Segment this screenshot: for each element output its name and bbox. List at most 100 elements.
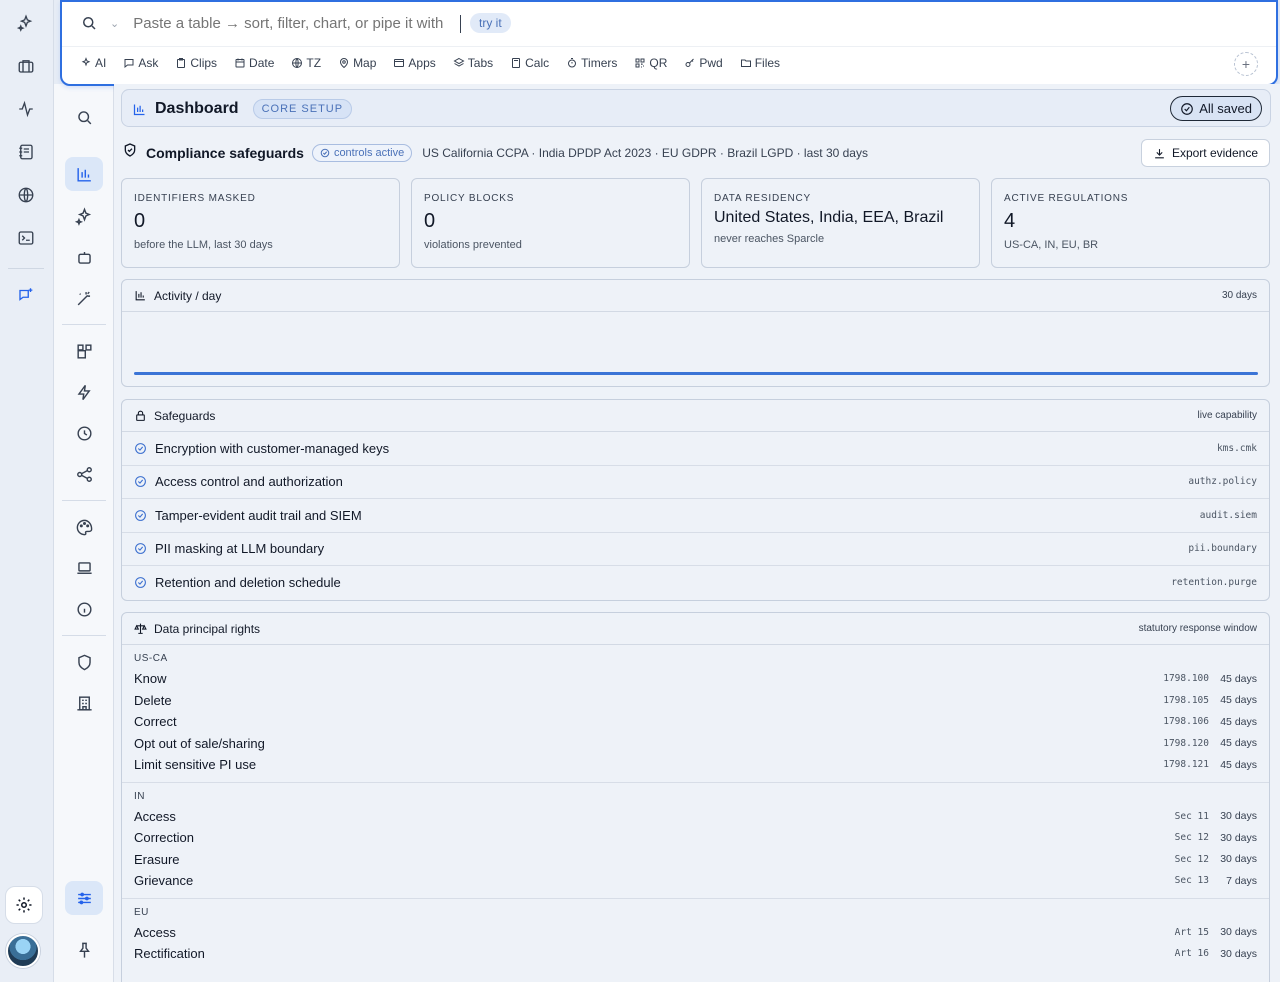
tool-label: Map	[353, 56, 377, 70]
stat-card-policy-blocks: POLICY BLOCKS 0 violations prevented	[411, 178, 690, 268]
core-setup-badge[interactable]: CORE SETUP	[252, 99, 353, 119]
card-value: 4	[1004, 210, 1016, 232]
tool-apps[interactable]: Apps	[393, 56, 436, 70]
lightning-icon[interactable]	[65, 375, 103, 409]
share-icon[interactable]	[65, 457, 103, 491]
tool-timers[interactable]: Timers	[566, 56, 617, 70]
card-value: 0	[134, 210, 146, 232]
right-label: Know	[134, 671, 167, 687]
command-input[interactable]	[133, 14, 464, 32]
card-label: IDENTIFIERS MASKED	[134, 193, 256, 204]
try-it-pill[interactable]: try it	[470, 13, 511, 33]
rights-panel: Data principal rights statutory response…	[121, 612, 1270, 982]
tool-label: Date	[249, 56, 275, 70]
right-days: 30 days	[1220, 926, 1257, 939]
tool-ask[interactable]: Ask	[123, 56, 158, 70]
tool-map[interactable]: Map	[338, 56, 376, 70]
magic-wand-icon[interactable]	[65, 281, 103, 315]
sparkles-icon[interactable]	[65, 199, 103, 233]
right-row: Access Sec 11 30 days	[134, 806, 1257, 828]
tool-date[interactable]: Date	[234, 56, 274, 70]
rights-header: Data principal rights statutory response…	[122, 613, 1269, 645]
rights-group-eu: EU Access Art 15 30 days Rectification Art …	[122, 899, 1269, 971]
safeguard-label: Retention and deletion schedule	[155, 575, 341, 591]
tool-tz[interactable]: TZ	[291, 56, 321, 70]
check-circle-icon	[320, 148, 330, 157]
activity-panel: Activity / day 30 days	[121, 279, 1270, 387]
safeguard-row: PII masking at LLM boundary pii.boundary	[122, 533, 1269, 566]
safeguards-panel: Safeguards live capability Encryption wi…	[121, 399, 1270, 601]
activity-icon[interactable]	[9, 92, 43, 126]
lock-icon	[136, 410, 145, 421]
tool-qr[interactable]: QR	[634, 56, 667, 70]
tool-pwd[interactable]: Pwd	[684, 56, 723, 70]
tool-ai[interactable]: AI	[80, 56, 106, 70]
right-days: 45 days	[1220, 694, 1257, 707]
palette-icon[interactable]	[65, 510, 103, 544]
right-days: 30 days	[1220, 947, 1257, 960]
sparkles-icon[interactable]	[9, 6, 43, 40]
tool-label: Timers	[581, 56, 618, 70]
sidebar-divider	[62, 324, 106, 325]
dashboard-header: Dashboard CORE SETUP All saved	[121, 89, 1271, 127]
notebook-icon[interactable]	[9, 135, 43, 169]
rights-group-us-ca: US-CA Know 1798.100 45 days Delete 1798.105…	[122, 645, 1269, 783]
right-days: 45 days	[1220, 672, 1257, 685]
chat-icon	[124, 59, 134, 69]
avatar[interactable]	[6, 934, 40, 968]
globe-icon[interactable]	[9, 178, 43, 212]
command-divider	[62, 46, 1276, 47]
safeguard-row: Retention and deletion schedule retentio…	[122, 566, 1269, 600]
bot-icon[interactable]	[65, 240, 103, 274]
info-icon[interactable]	[65, 592, 103, 626]
pin-icon[interactable]	[65, 933, 103, 967]
building-icon[interactable]	[65, 686, 103, 720]
briefcase-icon[interactable]	[9, 49, 43, 83]
settings-button[interactable]	[5, 886, 43, 924]
card-sub: before the LLM, last 30 days	[134, 239, 273, 251]
bar-chart-icon	[133, 104, 145, 115]
tool-calc[interactable]: Calc	[510, 56, 549, 70]
right-label: Grievance	[134, 873, 194, 889]
tool-tabs[interactable]: Tabs	[453, 56, 493, 70]
shield-icon[interactable]	[65, 645, 103, 679]
tool-files[interactable]: Files	[740, 56, 780, 70]
widgets-icon[interactable]	[65, 334, 103, 368]
chat-plus-icon[interactable]	[9, 278, 43, 312]
right-row: Opt out of sale/sharing 1798.120 45 days	[134, 733, 1257, 755]
right-row: Delete 1798.105 45 days	[134, 690, 1257, 712]
tool-clips[interactable]: Clips	[175, 56, 217, 70]
right-code: Art 15	[1174, 926, 1209, 938]
safeguard-code: audit.siem	[1199, 509, 1257, 521]
right-row: Grievance Sec 13 7 days	[134, 870, 1257, 892]
export-label: Export evidence	[1171, 146, 1258, 160]
dashboard-chart-icon[interactable]	[65, 157, 103, 191]
safeguard-label: Tamper-evident audit trail and SIEM	[155, 507, 362, 523]
add-tool-button[interactable]: +	[1234, 52, 1258, 76]
clock-icon[interactable]	[65, 416, 103, 450]
right-label: Limit sensitive PI use	[134, 757, 257, 773]
right-code: Art 16	[1174, 948, 1209, 960]
check-circle-icon	[135, 577, 146, 589]
activity-range[interactable]: 30 days	[1222, 290, 1257, 301]
search-icon[interactable]	[65, 100, 103, 134]
group-name: EU	[134, 906, 149, 918]
laptop-icon[interactable]	[65, 551, 103, 585]
page-title: Dashboard	[155, 100, 239, 117]
export-evidence-button[interactable]: Export evidence	[1140, 139, 1270, 167]
safeguard-row: Encryption with customer-managed keys km…	[122, 432, 1269, 466]
controls-status-badge: controls active	[311, 143, 413, 162]
check-circle-icon	[135, 543, 146, 555]
check-circle-icon	[1181, 102, 1194, 115]
stat-card-active-regulations: ACTIVE REGULATIONS 4 US-CA, IN, EU, BR	[991, 178, 1270, 268]
group-name: IN	[134, 790, 145, 802]
chevron-down-icon[interactable]: ⌄	[110, 17, 119, 30]
tool-label: Files	[754, 56, 781, 70]
terminal-icon[interactable]	[9, 221, 43, 255]
card-sub: never reaches Sparcle	[714, 233, 825, 245]
sliders-icon[interactable]	[65, 881, 103, 915]
all-saved-button[interactable]: All saved	[1170, 96, 1262, 121]
tool-label: Pwd	[699, 56, 723, 70]
tool-label: Tabs	[467, 56, 494, 70]
window-icon	[394, 59, 405, 67]
